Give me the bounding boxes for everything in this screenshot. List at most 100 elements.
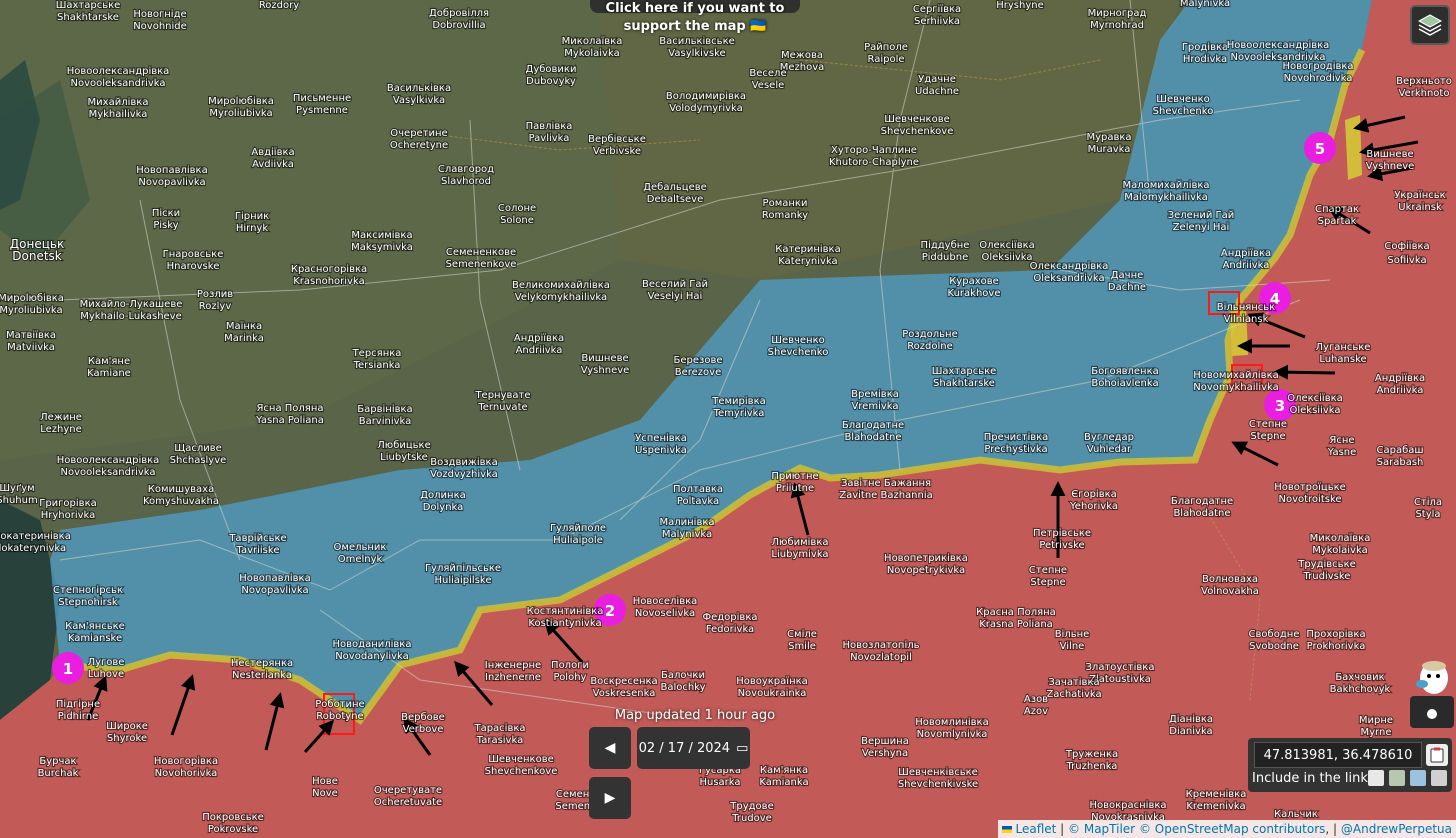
place-label: Shevchenkivske (898, 779, 978, 790)
place-label: Kamiane (87, 368, 131, 379)
place-label: Васильківське (659, 35, 735, 47)
place-label: Volnovakha (1201, 586, 1259, 597)
map-toggle-icon[interactable] (1389, 770, 1405, 786)
place-label: Матвіївка (6, 329, 56, 341)
place-label: Solone (500, 215, 534, 226)
place-label: Семененкове (446, 247, 516, 258)
place-label: Дебальцеве (643, 182, 707, 193)
place-label: Ukrainsk (1398, 202, 1442, 213)
place-label: Verbivske (593, 146, 641, 157)
place-label: Kurakhove (948, 288, 1001, 299)
marker-5[interactable]: 5 (1304, 132, 1336, 164)
place-label: Лугове (88, 657, 125, 668)
place-label: Катеринівка (775, 243, 840, 255)
place-label: Азов (1024, 694, 1048, 705)
marker-1[interactable]: 1 (52, 652, 84, 684)
calendar-icon[interactable]: ▭ (736, 741, 748, 756)
support-banner[interactable]: Click here if you want to support the ma… (575, 0, 815, 36)
place-label: Новогнідe (133, 8, 186, 20)
place-label: Любимівка (772, 536, 829, 548)
place-label: Комишуваха (148, 484, 214, 495)
place-label: Velykomykhailivka (515, 292, 607, 303)
support-banner-line2[interactable]: support the map 🇺🇦 (575, 18, 815, 36)
place-label: Авдіївка (251, 146, 294, 158)
place-label: Новокраснівка (1089, 799, 1166, 811)
crosshair-toggle-icon[interactable] (1431, 770, 1447, 786)
place-label: Mykhailo-Lukasheve (80, 311, 182, 322)
place-label: Новогорівка (154, 755, 218, 767)
leaflet-link[interactable]: Leaflet (1016, 822, 1057, 836)
place-label: Петрівське (1033, 527, 1091, 539)
place-label: Shchaslyve (170, 455, 227, 466)
zoom-toggle-icon[interactable] (1410, 770, 1426, 786)
place-label: Myroliubivka (209, 108, 272, 119)
place-label: Malomykhailivka (1124, 192, 1208, 203)
place-label: Межова (781, 50, 823, 61)
place-label: Новотроїцьке (1274, 482, 1346, 493)
place-label: Hryshyne (996, 0, 1044, 11)
place-label: Shuhum (0, 495, 38, 506)
place-label: Долинка (420, 490, 466, 501)
place-label: Slavhorod (441, 176, 491, 187)
place-label: Svobodne (1249, 641, 1299, 652)
place-label: Стіла (1414, 496, 1442, 508)
place-label: Petrivske (1039, 540, 1084, 551)
place-label: Павлівка (526, 120, 573, 132)
place-label: Вершина (861, 736, 909, 747)
place-label: Smile (788, 641, 816, 652)
place-label: Berezove (675, 367, 722, 378)
place-label: Добровілля (429, 7, 489, 19)
place-label: Mykolaivka (1312, 545, 1367, 556)
place-label: Shevchenko (1153, 106, 1214, 117)
place-label: Oleksiivka (1289, 405, 1340, 416)
osm-link[interactable]: © OpenStreetMap contributors (1139, 822, 1325, 836)
place-label: Михайлівка (88, 96, 149, 108)
place-label: Novopavlivka (138, 177, 205, 188)
maptiler-link[interactable]: © MapTiler (1068, 822, 1135, 836)
place-label: Очеретине (390, 128, 447, 139)
place-label: Sofiivka (1387, 255, 1426, 266)
place-label: Styla (1415, 509, 1440, 520)
place-label: Novohnide (133, 21, 187, 32)
date-input[interactable]: 02 / 17 / 2024 ▭ (637, 727, 750, 769)
marker-2-label: 2 (605, 602, 615, 620)
place-label: Володимирівка (666, 90, 746, 102)
place-label: Українськ (1394, 190, 1445, 201)
place-label: Vasylkivske (668, 48, 725, 59)
place-label: Таврійське (228, 532, 286, 544)
place-label: Romanky (762, 210, 808, 221)
place-label: Омельник (334, 542, 387, 553)
place-label: Novoukrainka (738, 688, 807, 699)
place-label: Вербівське (588, 133, 646, 145)
place-label: Тарасівка (473, 722, 525, 734)
place-label: Новоолександрівка (1227, 39, 1330, 51)
place-label: Tavriiske (236, 545, 280, 556)
place-label: Пологи (551, 660, 589, 671)
place-label: Burchak (38, 768, 79, 779)
place-label: Rozdolne (907, 341, 953, 352)
place-label: Priiutne (776, 483, 814, 494)
layers-button[interactable] (1410, 5, 1450, 45)
calendar-toggle-icon[interactable] (1368, 770, 1384, 786)
place-label: Миколаївка (1310, 533, 1371, 544)
place-label: Vremivka (851, 401, 898, 412)
place-label: Ocheretuvate (374, 797, 442, 808)
place-label: Завітне Бажання (841, 477, 931, 489)
place-label: Березове (674, 355, 723, 366)
next-date-button[interactable]: ▶ (589, 777, 631, 819)
mascot-image[interactable] (1410, 656, 1454, 728)
place-label: Mykhailivka (89, 109, 148, 120)
author-link[interactable]: @AndrewPerpetua (1341, 822, 1452, 836)
copy-coordinates-button[interactable] (1426, 744, 1448, 766)
coordinates-field[interactable]: 47.813981, 36.478610 (1254, 742, 1422, 768)
place-label: Donetsk (12, 249, 62, 263)
support-banner-line1[interactable]: Click here if you want to (575, 0, 815, 18)
place-label: Піски (152, 207, 180, 219)
previous-date-button[interactable]: ◀ (589, 727, 631, 769)
place-label: Луганське (1316, 342, 1371, 353)
place-label: Новозлатопіль (842, 639, 919, 651)
place-label: Volodymyrivka (669, 103, 743, 114)
place-label: Малокатеринівка (0, 530, 71, 542)
place-label: Dianivka (1169, 726, 1212, 737)
place-label: Serhiivka (914, 16, 960, 27)
